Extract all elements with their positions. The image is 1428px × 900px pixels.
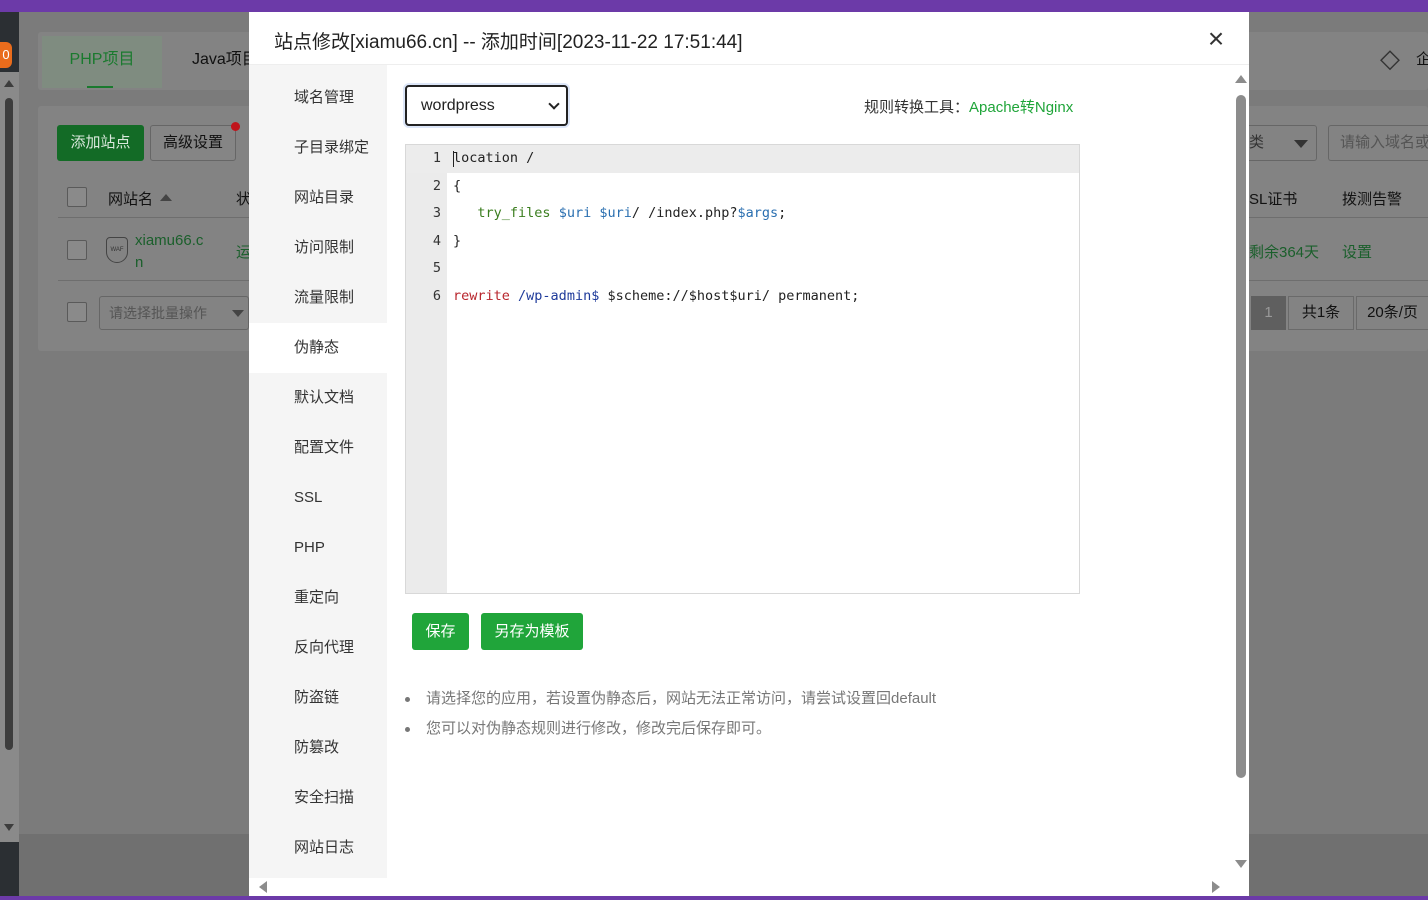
scroll-up-icon[interactable] [1235,75,1247,83]
rewrite-template-select[interactable]: wordpress [405,85,568,126]
modal-header: 站点修改[xiamu66.cn] -- 添加时间[2023-11-22 17:5… [249,12,1249,65]
sidebar-item-reverse-proxy[interactable]: 反向代理 [249,623,387,673]
chevron-down-icon [548,98,560,110]
sidebar-item-tamper-proof[interactable]: 防篡改 [249,723,387,773]
help-tips: 请选择您的应用，若设置伪静态后，网站无法正常访问，请尝试设置回default 您… [405,684,1205,744]
sidebar-item-site-dir[interactable]: 网站目录 [249,173,387,223]
scroll-right-icon[interactable] [1212,881,1220,893]
save-as-template-button[interactable]: 另存为模板 [481,613,583,650]
text-cursor [453,151,454,167]
code-line: 2 { [406,173,1079,201]
rewrite-code-editor[interactable]: 1 location / 2 { 3 try_files $uri $uri/ … [405,144,1080,594]
tab-php-project[interactable]: PHP项目 [42,36,162,88]
domain-search-input[interactable]: 请输入域名或 [1328,125,1428,161]
line-number: 5 [432,260,441,277]
modal-sidebar: 域名管理 子目录绑定 网站目录 访问限制 流量限制 伪静态 默认文档 配置文件 … [249,65,387,878]
rewrite-panel: wordpress 规则转换工具： Apache转Nginx 1 locatio… [387,65,1233,878]
modal-horizontal-scrollbar[interactable] [249,878,1249,896]
sidebar-item-php[interactable]: PHP [249,523,387,573]
line-number: 4 [432,232,441,249]
top-accent-bar [0,0,1428,12]
site-edit-modal: 站点修改[xiamu66.cn] -- 添加时间[2023-11-22 17:5… [249,12,1249,896]
scroll-up-icon[interactable] [4,80,14,87]
line-number: 2 [432,177,441,194]
code-line: 4 } [406,228,1079,256]
scroll-down-icon[interactable] [4,824,14,831]
category-select[interactable]: 类 [1249,125,1317,161]
modal-title: 站点修改[xiamu66.cn] -- 添加时间[2023-11-22 17:5… [274,32,743,53]
nav-badge: 0 [0,42,12,68]
row-checkbox[interactable] [67,240,87,260]
sidebar-item-ssl[interactable]: SSL [249,473,387,523]
sidebar-item-access-limit[interactable]: 访问限制 [249,223,387,273]
line-number: 1 [432,150,441,166]
line-number: 6 [432,288,441,304]
chevron-down-icon [1294,140,1308,148]
save-button[interactable]: 保存 [412,613,469,650]
column-header-alarm: 拨测告警 [1342,191,1403,208]
tip-item: 请选择您的应用，若设置伪静态后，网站无法正常访问，请尝试设置回default [405,684,1205,714]
tip-item: 您可以对伪静态规则进行修改，修改完后保存即可。 [405,714,1205,744]
column-header-site-name[interactable]: 网站名 [108,188,153,209]
line-number: 3 [432,205,441,222]
select-all-checkbox[interactable] [67,187,87,207]
column-header-ssl: SL证书 [1249,191,1298,208]
site-name-line2: n [135,254,144,271]
code-text: } [453,232,462,249]
code-text: try_files $uri $uri/ /index.php?$args; [477,205,787,222]
code-line: 3 try_files $uri $uri/ /index.php?$args; [406,200,1079,228]
notification-dot [231,122,240,131]
left-navigation-bottom [0,842,19,896]
pagination-current-page[interactable]: 1 [1251,296,1286,330]
sidebar-item-traffic-limit[interactable]: 流量限制 [249,273,387,323]
waf-shield-icon: WAF [106,237,128,263]
sidebar-item-rewrite[interactable]: 伪静态 [249,323,387,373]
rewrite-template-value: wordpress [421,97,495,114]
bottom-accent-bar [0,896,1428,900]
category-label: 类 [1249,134,1265,151]
batch-checkbox[interactable] [67,302,87,322]
apache-to-nginx-link[interactable]: Apache转Nginx [969,96,1073,117]
batch-placeholder: 请选择批量操作 [109,305,207,321]
scrollbar-thumb[interactable] [5,98,13,750]
scrollbar-thumb[interactable] [1236,95,1246,778]
ssl-remaining-days[interactable]: 剩余364天 [1249,241,1319,262]
site-name-line1: xiamu66.c [135,232,204,249]
scroll-left-icon[interactable] [259,881,267,893]
code-line: 1 location / [406,145,1079,173]
close-icon[interactable]: × [1202,25,1230,54]
sidebar-item-default-doc[interactable]: 默认文档 [249,373,387,423]
code-line: 5 [406,255,1079,283]
rule-convert-label: 规则转换工具： [864,99,970,116]
sidebar-item-site-log[interactable]: 网站日志 [249,823,387,873]
diamond-icon[interactable]: ◇ [1380,44,1412,72]
code-text: { [453,177,462,194]
sidebar-item-redirect[interactable]: 重定向 [249,573,387,623]
modal-vertical-scrollbar[interactable] [1233,65,1249,878]
sort-asc-icon[interactable] [160,194,172,201]
code-line: 6 rewrite /wp-admin$ $scheme://$host$uri… [406,283,1079,311]
scroll-down-icon[interactable] [1235,860,1247,868]
pagination-per-page[interactable]: 20条/页 [1356,296,1428,330]
sidebar-item-security-scan[interactable]: 安全扫描 [249,773,387,823]
sidebar-item-config[interactable]: 配置文件 [249,423,387,473]
chevron-down-icon [232,310,244,317]
pagination-total: 共1条 [1288,296,1354,330]
background-scrollbar[interactable] [0,72,19,842]
add-site-button[interactable]: 添加站点 [57,125,144,161]
advanced-settings-button[interactable]: 高级设置 [150,125,236,161]
batch-operation-select[interactable]: 请选择批量操作 [99,296,249,330]
sidebar-item-hotlink[interactable]: 防盗链 [249,673,387,723]
site-name-link[interactable]: xiamu66.c n [135,230,215,274]
tab-java-project[interactable]: Java项目 [192,36,258,84]
code-text: rewrite /wp-admin$ $scheme://$host$uri/ … [453,288,860,304]
sidebar-item-domain[interactable]: 域名管理 [249,73,387,123]
sidebar-item-subdir[interactable]: 子目录绑定 [249,123,387,173]
alarm-settings-link[interactable]: 设置 [1342,241,1372,262]
enterprise-label[interactable]: 企 [1416,48,1428,69]
code-text: location / [453,150,535,166]
